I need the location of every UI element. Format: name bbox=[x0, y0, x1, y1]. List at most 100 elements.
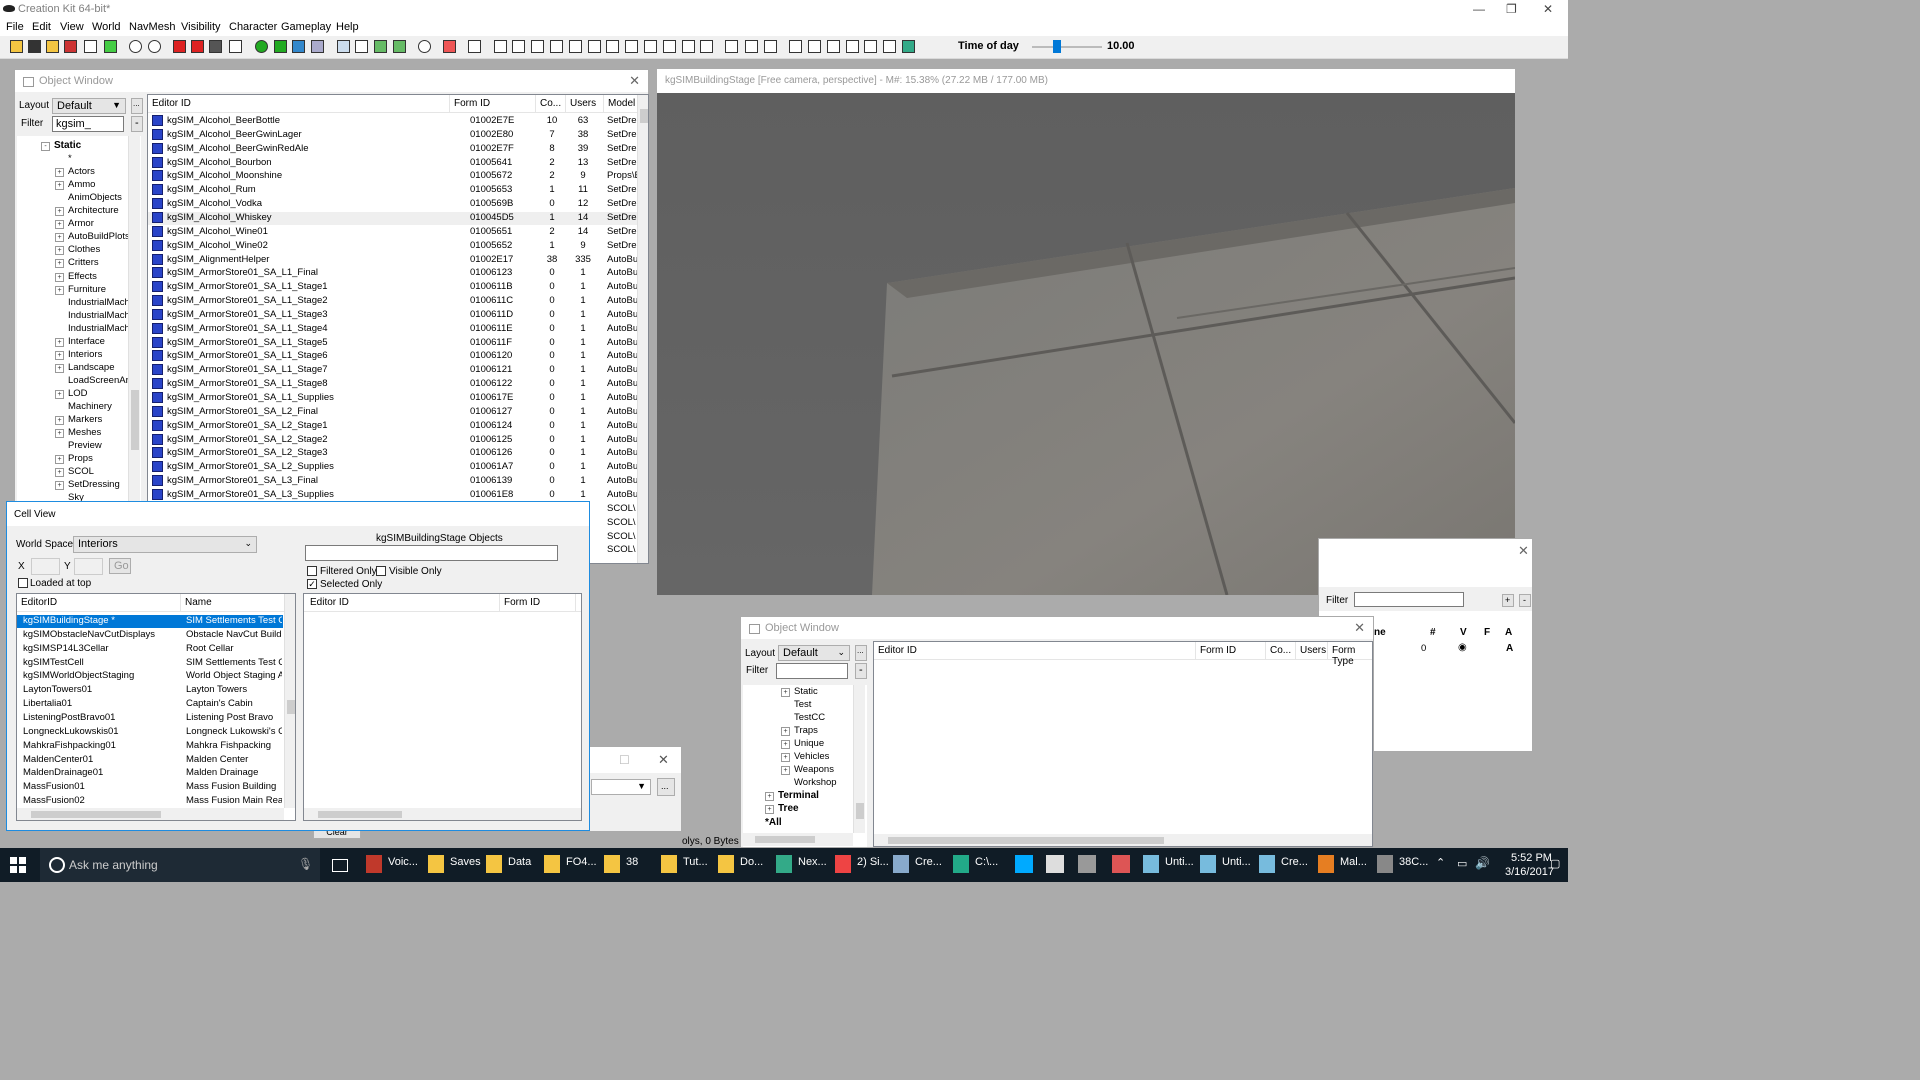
object-window[interactable]: Object Window ✕ Layout Default ▼ ... Filt… bbox=[14, 69, 649, 564]
object-list-2-hscrollbar[interactable] bbox=[874, 834, 1372, 846]
taskbar-app-icon[interactable] bbox=[1259, 855, 1275, 873]
tree-icon[interactable] bbox=[393, 40, 406, 53]
tree-expander-icon[interactable]: + bbox=[55, 468, 64, 478]
render-scene[interactable] bbox=[657, 93, 1515, 595]
tree-item[interactable]: IndustrialMachi bbox=[68, 323, 132, 334]
cell-list-row[interactable]: MahkraFishpacking01 Mahkra Fishpacking bbox=[17, 740, 283, 753]
menu-help[interactable]: Help bbox=[336, 21, 359, 33]
tree-item[interactable]: Armor bbox=[68, 218, 94, 229]
tree-item[interactable]: Critters bbox=[68, 257, 99, 268]
object-category-tree[interactable]: - Static * + Actors + Ammo AnimObjects + Architec… bbox=[17, 136, 141, 564]
cortana-search[interactable]: Ask me anything 🎙 bbox=[40, 848, 320, 882]
object-list-row[interactable]: kgSIM_ArmorStore01_SA_L1_Stage3 0100611D 0… bbox=[148, 308, 637, 322]
object-list-row[interactable]: kgSIM_ArmorStore01_SA_L3_Supplies 010061E… bbox=[148, 488, 637, 502]
tree-item[interactable]: Clothes bbox=[68, 244, 100, 255]
object-list-row[interactable]: kgSIM_ArmorStore01_SA_L1_Stage7 01006121 0… bbox=[148, 364, 637, 377]
selected-only-checkbox[interactable]: ✓ bbox=[307, 579, 317, 589]
column-cell-editorid[interactable]: EditorID bbox=[17, 594, 181, 611]
object-list-row[interactable]: kgSIM_ArmorStore01_SA_L2_Final 01006127 0 1… bbox=[148, 405, 637, 419]
cube-r-icon[interactable] bbox=[883, 40, 896, 53]
tree-expander-icon[interactable]: + bbox=[55, 259, 64, 269]
cube-b-icon[interactable] bbox=[512, 40, 525, 53]
tree-item[interactable]: Terminal bbox=[778, 790, 819, 801]
layer-window-close-icon[interactable]: ✕ bbox=[1518, 543, 1529, 559]
layout-options-button[interactable]: ... bbox=[131, 98, 143, 114]
cube-n-icon[interactable] bbox=[764, 40, 777, 53]
layer-remove-button[interactable]: - bbox=[1519, 594, 1531, 607]
close-app-button[interactable]: ✕ bbox=[1543, 2, 1553, 16]
tree-item[interactable]: Markers bbox=[68, 414, 102, 425]
taskbar-app-label[interactable]: 38C... bbox=[1399, 856, 1428, 868]
tree-item[interactable]: AnimObjects bbox=[68, 192, 122, 203]
objects-filter-input[interactable] bbox=[305, 545, 558, 561]
tree-item[interactable]: LOD bbox=[68, 388, 88, 399]
filter-clear-button[interactable]: - bbox=[131, 116, 143, 132]
save-plugin-icon[interactable] bbox=[46, 40, 59, 53]
object-list-row[interactable]: kgSIM_Alcohol_BeerGwinLager 01002E80 7 38 Se… bbox=[148, 128, 637, 142]
column-object-editor-id[interactable]: Editor ID bbox=[306, 594, 500, 611]
landscape-icon[interactable] bbox=[274, 40, 287, 53]
speech-icon[interactable] bbox=[418, 40, 431, 53]
object-list-row[interactable]: kgSIM_ArmorStore01_SA_L2_Supplies 010061A… bbox=[148, 461, 637, 474]
redo-icon[interactable] bbox=[148, 40, 161, 53]
object-category-tree-2[interactable]: + Static Test TestCC + Traps + Unique + Vehicles +… bbox=[743, 685, 867, 847]
cell-list[interactable]: EditorID Name kgSIMBuildingStage * SIM Se… bbox=[16, 593, 296, 821]
cube-i-icon[interactable] bbox=[644, 40, 657, 53]
tree-item[interactable]: Machinery bbox=[68, 401, 112, 412]
tree2-scroll-thumb[interactable] bbox=[856, 803, 864, 819]
notifications-icon[interactable]: ▢ bbox=[1550, 857, 1560, 870]
tree-item[interactable]: Interface bbox=[68, 336, 105, 347]
tree-expander-icon[interactable]: + bbox=[55, 337, 64, 347]
light-bulb-icon[interactable] bbox=[337, 40, 350, 53]
taskbar-app-icon[interactable] bbox=[428, 855, 444, 873]
dialog-close-icon[interactable]: ✕ bbox=[658, 752, 669, 768]
cell-list-row[interactable]: Libertalia01 Captain's Cabin bbox=[17, 698, 283, 711]
tree-expander-icon[interactable]: + bbox=[55, 272, 64, 282]
cube-c-icon[interactable] bbox=[531, 40, 544, 53]
particles-icon[interactable] bbox=[468, 40, 481, 53]
menu-gameplay[interactable]: Gameplay bbox=[281, 21, 331, 33]
cell-list-hscroll-thumb[interactable] bbox=[31, 811, 161, 818]
navmesh-icon[interactable] bbox=[311, 40, 324, 53]
visible-only-checkbox[interactable] bbox=[376, 566, 386, 576]
column-model[interactable]: Model bbox=[604, 95, 638, 112]
tree-expander-icon[interactable]: + bbox=[55, 285, 64, 295]
grid-icon[interactable] bbox=[209, 40, 222, 53]
tray-chevron-icon[interactable]: ⌃ bbox=[1436, 856, 1445, 869]
maximize-button[interactable]: ❐ bbox=[1506, 2, 1517, 16]
loaded-at-top-checkbox[interactable] bbox=[18, 578, 28, 588]
world-space-select[interactable]: Interiors ⌄ bbox=[73, 536, 257, 553]
sphere-icon[interactable] bbox=[255, 40, 268, 53]
object-list-row[interactable]: kgSIM_ArmorStore01_SA_L1_Final 01006123 0 1… bbox=[148, 267, 637, 280]
taskbar-app-label[interactable]: Cre... bbox=[915, 856, 942, 868]
tree-item[interactable]: Landscape bbox=[68, 362, 114, 373]
taskbar-app-icon[interactable] bbox=[1112, 855, 1130, 873]
object-list-row[interactable]: kgSIM_ArmorStore01_SA_L1_Stage1 0100611B 0… bbox=[148, 281, 637, 294]
cell-view-window[interactable]: Cell View World Space Interiors ⌄ X Y Go … bbox=[6, 501, 590, 831]
menu-world[interactable]: World bbox=[92, 21, 121, 33]
tree-item[interactable]: Meshes bbox=[68, 427, 101, 438]
tree2-hscroll-thumb[interactable] bbox=[755, 836, 815, 843]
plugin-icon[interactable] bbox=[64, 40, 77, 53]
eye-icon[interactable]: ◉ bbox=[1458, 642, 1467, 653]
tree-item[interactable]: Static bbox=[54, 140, 81, 151]
column-editor-id[interactable]: Editor ID bbox=[148, 95, 450, 112]
tree-item[interactable]: Ammo bbox=[68, 179, 95, 190]
object-window-secondary[interactable]: Object Window ✕ Layout Default ⌄ ... Filt… bbox=[740, 616, 1374, 848]
taskbar-app-icon[interactable] bbox=[1046, 855, 1064, 873]
cell-list-row[interactable]: MassFusion01 Mass Fusion Building bbox=[17, 781, 283, 794]
tree-item[interactable]: Weapons bbox=[794, 764, 834, 775]
marker-icon[interactable] bbox=[443, 40, 456, 53]
object-list-row[interactable]: kgSIM_Alcohol_Wine02 01005652 1 9 SetDre: bbox=[148, 239, 637, 253]
cube-d-icon[interactable] bbox=[550, 40, 563, 53]
color-icon[interactable] bbox=[104, 40, 117, 53]
tree-expander-icon[interactable]: + bbox=[55, 233, 64, 243]
menu-navmesh[interactable]: NavMesh bbox=[129, 21, 175, 33]
taskbar-app-icon[interactable] bbox=[718, 855, 734, 873]
cube-j-icon[interactable] bbox=[663, 40, 676, 53]
object-list-row[interactable]: kgSIM_ArmorStore01_SA_L1_Supplies 0100617… bbox=[148, 392, 637, 405]
column-object-form-id[interactable]: Form ID bbox=[500, 594, 576, 611]
taskbar-app-label[interactable]: Do... bbox=[740, 856, 763, 868]
cube-a-icon[interactable] bbox=[494, 40, 507, 53]
object-list[interactable]: Editor ID Form ID Co... Users Model kgSI… bbox=[147, 94, 649, 564]
